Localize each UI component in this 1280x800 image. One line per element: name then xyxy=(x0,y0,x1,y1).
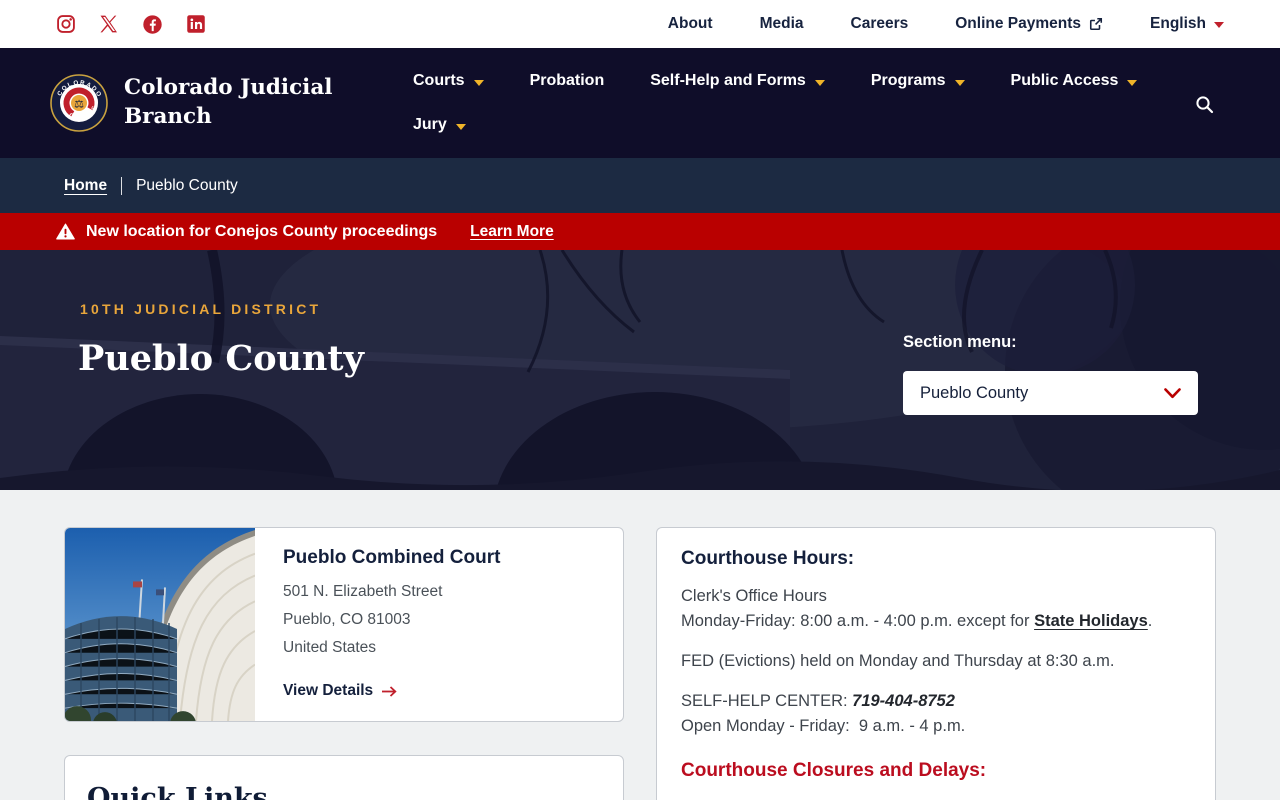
colorado-courts-seal-logo[interactable]: ⚖ COLORADO COURTS xyxy=(50,74,108,132)
main-nav: ⚖ COLORADO COURTS Colorado Judicial Bran… xyxy=(0,48,1280,158)
x-twitter-icon[interactable] xyxy=(99,14,119,34)
nav-item-courts[interactable]: Courts xyxy=(413,72,484,90)
court-location-card: Pueblo Combined Court 501 N. Elizabeth S… xyxy=(64,527,624,722)
court-name: Pueblo Combined Court xyxy=(283,547,501,568)
media-link[interactable]: Media xyxy=(760,15,804,33)
clerk-office-hours-line: Clerk's Office Hours xyxy=(681,587,827,605)
careers-link[interactable]: Careers xyxy=(851,15,909,33)
self-help-phone: 719-404-8752 xyxy=(852,692,955,710)
nav-item-probation[interactable]: Probation xyxy=(530,72,605,90)
linkedin-icon[interactable] xyxy=(186,14,206,34)
nav-item-self-help[interactable]: Self-Help and Forms xyxy=(650,72,825,90)
section-menu: Section menu: Pueblo County xyxy=(903,333,1198,415)
page-title: Pueblo County xyxy=(78,338,364,379)
hero-banner: 10TH JUDICIAL DISTRICT Pueblo County Sec… xyxy=(0,250,1280,490)
hours-text-suffix: . xyxy=(1147,612,1153,630)
court-address: 501 N. Elizabeth Street Pueblo, CO 81003… xyxy=(283,578,500,662)
courthouse-hours-title: Courthouse Hours: xyxy=(681,548,855,569)
nav-label: Public Access xyxy=(1010,72,1119,89)
breadcrumb: Home Pueblo County xyxy=(0,158,1280,213)
chevron-down-icon xyxy=(954,79,965,86)
address-line-2: Pueblo, CO 81003 xyxy=(283,611,411,628)
nav-label: Jury xyxy=(413,116,447,133)
alert-learn-more-link[interactable]: Learn More xyxy=(470,223,554,241)
fed-evictions-line: FED (Evictions) held on Monday and Thurs… xyxy=(681,652,1115,670)
address-line-3: United States xyxy=(283,639,377,656)
chevron-down-icon xyxy=(814,79,825,86)
chevron-down-icon xyxy=(1164,387,1181,398)
nav-label: Self-Help and Forms xyxy=(650,72,806,89)
main-nav-row-2: Jury xyxy=(413,116,466,134)
utility-links: About Media Careers Online Payments Engl… xyxy=(668,15,1224,33)
nav-item-jury[interactable]: Jury xyxy=(413,116,466,134)
nav-label: Probation xyxy=(529,72,605,89)
arrow-right-icon xyxy=(382,685,397,697)
judicial-district-eyebrow: 10TH JUDICIAL DISTRICT xyxy=(80,301,322,317)
content-area: Pueblo Combined Court 501 N. Elizabeth S… xyxy=(0,490,1280,800)
section-menu-value: Pueblo County xyxy=(920,383,1029,402)
view-details-label: View Details xyxy=(283,682,374,699)
utility-bar: About Media Careers Online Payments Engl… xyxy=(0,0,1280,48)
section-menu-dropdown[interactable]: Pueblo County xyxy=(903,371,1198,415)
clerk-hours-paragraph: Clerk's Office Hours Monday-Friday: 8:00… xyxy=(681,584,1191,634)
chevron-down-icon xyxy=(455,123,466,130)
breadcrumb-separator xyxy=(121,176,123,195)
page: About Media Careers Online Payments Engl… xyxy=(0,0,1280,800)
social-links xyxy=(56,14,206,35)
chevron-down-icon xyxy=(1127,79,1138,86)
main-nav-row-1: Courts Probation Self-Help and Forms Pro… xyxy=(413,72,1138,90)
warning-icon xyxy=(56,223,75,240)
quick-links-title: Quick Links xyxy=(87,783,268,800)
section-menu-label: Section menu: xyxy=(903,333,1017,351)
self-help-open-hours: Open Monday - Friday: 9 a.m. - 4 p.m. xyxy=(681,717,966,735)
online-payments-link[interactable]: Online Payments xyxy=(955,15,1103,33)
state-holidays-link[interactable]: State Holidays xyxy=(1034,612,1148,630)
courthouse-hours-card: Courthouse Hours: Clerk's Office Hours M… xyxy=(656,527,1216,800)
alert-banner: New location for Conejos County proceedi… xyxy=(0,213,1280,250)
nav-label: Programs xyxy=(870,72,946,89)
self-help-paragraph: SELF-HELP CENTER: 719-404-8752 Open Mond… xyxy=(681,689,1191,739)
nav-label: Courts xyxy=(413,72,465,89)
breadcrumb-home-link[interactable]: Home xyxy=(64,177,107,195)
external-link-icon xyxy=(1089,17,1103,31)
svg-text:⚖: ⚖ xyxy=(74,99,84,111)
online-payments-label: Online Payments xyxy=(955,15,1082,32)
search-icon xyxy=(1196,96,1214,114)
self-help-label: SELF-HELP CENTER: xyxy=(681,692,853,710)
quick-links-card: Quick Links xyxy=(64,755,624,800)
language-selector[interactable]: English xyxy=(1150,15,1224,33)
about-link[interactable]: About xyxy=(668,15,713,33)
hours-text: Monday-Friday: 8:00 a.m. - 4:00 p.m. exc… xyxy=(681,612,1035,630)
chevron-down-icon xyxy=(1214,22,1224,28)
nav-item-public-access[interactable]: Public Access xyxy=(1011,72,1138,90)
language-label: English xyxy=(1150,15,1206,32)
courthouse-photo xyxy=(65,528,255,721)
facebook-icon[interactable] xyxy=(142,14,163,35)
breadcrumb-current: Pueblo County xyxy=(136,176,238,194)
address-line-1: 501 N. Elizabeth Street xyxy=(283,583,443,600)
site-brand-title[interactable]: Colorado Judicial Branch xyxy=(124,73,334,131)
closures-heading: Courthouse Closures and Delays: xyxy=(681,760,987,781)
instagram-icon[interactable] xyxy=(56,14,76,34)
alert-message: New location for Conejos County proceedi… xyxy=(86,222,438,240)
chevron-down-icon xyxy=(473,79,484,86)
court-card-body: Pueblo Combined Court 501 N. Elizabeth S… xyxy=(255,528,524,721)
view-details-link[interactable]: View Details xyxy=(283,682,500,700)
search-button[interactable] xyxy=(1195,95,1214,119)
nav-item-programs[interactable]: Programs xyxy=(871,72,965,90)
